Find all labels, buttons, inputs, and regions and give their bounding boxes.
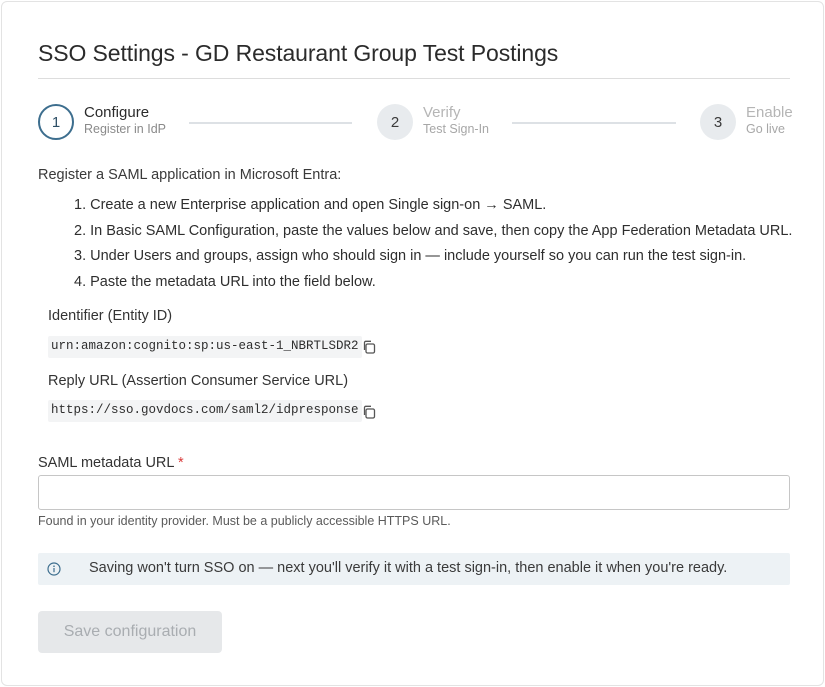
instructions-list: 1. Create a new Enterprise application a… [74,197,792,299]
copy-icon[interactable] [361,404,377,420]
step-2-title: Verify [423,104,461,121]
instructions-intro: Register a SAML application in Microsoft… [38,167,342,183]
step-3-circle: 3 [700,104,736,140]
instruction-item: 4. Paste the metadata URL into the field… [74,273,376,290]
copy-icon[interactable] [361,339,377,355]
page-title: SSO Settings - GD Restaurant Group Test … [38,40,559,66]
step-3-subtitle: Go live [746,122,785,136]
entity-id-label: Identifier (Entity ID) [48,308,173,324]
step-1-title: Configure [84,104,150,121]
step-connector-2 [512,122,676,124]
step-3-title: Enable [746,104,793,121]
step-1-circle: 1 [38,104,74,140]
step-1-subtitle: Register in IdP [84,122,166,136]
reply-url-value: https://sso.govdocs.com/saml2/idprespons… [48,400,362,422]
save-configuration-button[interactable]: Save configuration [38,611,222,653]
info-banner: Saving won't turn SSO on — next you'll v… [38,553,790,585]
metadata-url-label: SAML metadata URL * [38,455,184,471]
info-text: Saving won't turn SSO on — next you'll v… [89,560,728,576]
instruction-item: 2. In Basic SAML Configuration, paste th… [74,222,793,239]
sso-settings-card: SSO Settings - GD Restaurant Group Test … [1,1,824,686]
step-2-subtitle: Test Sign-In [423,122,490,136]
info-icon [47,562,61,576]
reply-url-label: Reply URL (Assertion Consumer Service UR… [48,373,349,389]
metadata-url-label-text: SAML metadata URL [38,455,174,471]
metadata-url-input[interactable] [38,475,790,510]
entity-id-value: urn:amazon:cognito:sp:us-east-1_NBRTLSDR… [48,336,362,358]
metadata-url-hint: Found in your identity provider. Must be… [38,514,451,528]
step-connector-1 [189,122,352,124]
step-2-circle: 2 [377,104,413,140]
required-marker: * [177,455,184,471]
instruction-item: 3. Under Users and groups, assign who sh… [74,248,747,264]
instruction-item: 1. Create a new Enterprise application a… [74,197,547,213]
title-divider [38,78,790,79]
